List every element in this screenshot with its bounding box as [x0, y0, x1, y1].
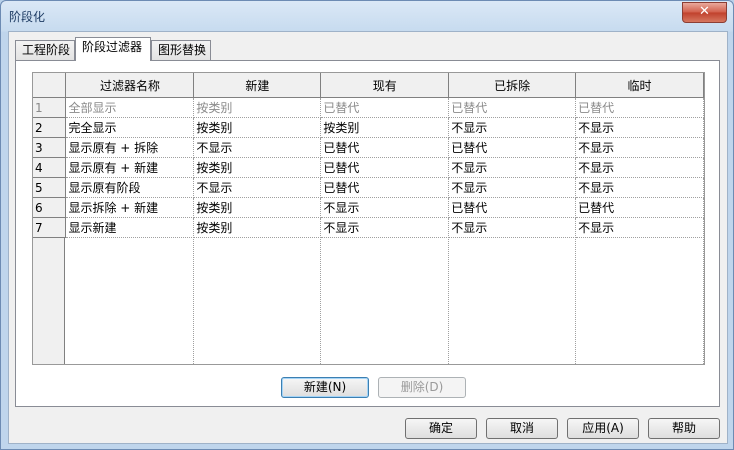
column-header-existing[interactable]: 现有	[320, 73, 450, 98]
column-divider	[448, 237, 449, 364]
phasing-dialog: 阶段化 ✕ 工程阶段 阶段过滤器 图形替换 过滤器名称 新建 现有 已拆除 临时…	[0, 0, 734, 450]
new-cell[interactable]: 按类别	[193, 197, 322, 218]
row-number[interactable]: 2	[33, 117, 67, 138]
row-number[interactable]: 1	[33, 97, 67, 118]
existing-cell[interactable]: 按类别	[320, 117, 450, 138]
table-row[interactable]: 3 显示原有 + 拆除 不显示 已替代 已替代 不显示	[33, 137, 704, 158]
column-header-demolished[interactable]: 已拆除	[448, 73, 577, 98]
existing-cell[interactable]: 不显示	[320, 217, 450, 238]
tab-graphic-overrides[interactable]: 图形替换	[151, 40, 211, 60]
temporary-cell[interactable]: 已替代	[575, 197, 704, 218]
new-cell[interactable]: 按类别	[193, 97, 322, 118]
close-button[interactable]: ✕	[682, 2, 727, 23]
apply-button[interactable]: 应用(A)	[567, 418, 639, 439]
title-bar[interactable]: 阶段化 ✕	[1, 1, 733, 31]
table-row[interactable]: 4 显示原有 + 新建 按类别 已替代 不显示 不显示	[33, 157, 704, 178]
dialog-client-area: 工程阶段 阶段过滤器 图形替换 过滤器名称 新建 现有 已拆除 临时 1 全部显…	[8, 31, 728, 444]
demolished-cell[interactable]: 已替代	[448, 197, 577, 218]
close-icon: ✕	[699, 4, 710, 19]
filter-name-cell[interactable]: 完全显示	[65, 117, 195, 138]
temporary-cell[interactable]: 已替代	[575, 97, 704, 118]
grid-corner-cell	[33, 73, 67, 98]
temporary-cell[interactable]: 不显示	[575, 137, 704, 158]
new-cell[interactable]: 按类别	[193, 117, 322, 138]
demolished-cell[interactable]: 已替代	[448, 137, 577, 158]
column-divider	[320, 237, 321, 364]
temporary-cell[interactable]: 不显示	[575, 117, 704, 138]
grid-table: 过滤器名称 新建 现有 已拆除 临时 1 全部显示 按类别 已替代 已替代 已替…	[33, 73, 704, 238]
column-divider	[575, 237, 576, 364]
new-cell[interactable]: 不显示	[193, 137, 322, 158]
phase-filter-grid[interactable]: 过滤器名称 新建 现有 已拆除 临时 1 全部显示 按类别 已替代 已替代 已替…	[32, 72, 705, 365]
filter-name-cell[interactable]: 全部显示	[65, 97, 195, 118]
filter-name-cell[interactable]: 显示原有 + 新建	[65, 157, 195, 178]
demolished-cell[interactable]: 不显示	[448, 157, 577, 178]
row-number[interactable]: 3	[33, 137, 67, 158]
existing-cell[interactable]: 已替代	[320, 157, 450, 178]
table-row[interactable]: 6 显示拆除 + 新建 按类别 不显示 已替代 已替代	[33, 197, 704, 218]
new-cell[interactable]: 按类别	[193, 157, 322, 178]
row-number[interactable]: 5	[33, 177, 67, 198]
temporary-cell[interactable]: 不显示	[575, 157, 704, 178]
table-row[interactable]: 7 显示新建 按类别 不显示 不显示 不显示	[33, 217, 704, 238]
grid-header-row: 过滤器名称 新建 现有 已拆除 临时	[33, 73, 704, 98]
filter-name-cell[interactable]: 显示原有阶段	[65, 177, 195, 198]
row-number[interactable]: 4	[33, 157, 67, 178]
column-header-new[interactable]: 新建	[193, 73, 322, 98]
phase-filters-panel: 过滤器名称 新建 现有 已拆除 临时 1 全部显示 按类别 已替代 已替代 已替…	[15, 60, 720, 407]
new-cell[interactable]: 不显示	[193, 177, 322, 198]
demolished-cell[interactable]: 不显示	[448, 217, 577, 238]
filter-name-cell[interactable]: 显示新建	[65, 217, 195, 238]
existing-cell[interactable]: 已替代	[320, 97, 450, 118]
row-number[interactable]: 6	[33, 197, 67, 218]
tab-project-phases[interactable]: 工程阶段	[15, 40, 75, 60]
existing-cell[interactable]: 不显示	[320, 197, 450, 218]
tab-phase-filters[interactable]: 阶段过滤器	[75, 37, 151, 61]
column-header-temporary[interactable]: 临时	[575, 73, 704, 98]
row-number[interactable]: 7	[33, 217, 67, 238]
new-filter-button[interactable]: 新建(N)	[281, 377, 369, 398]
table-row[interactable]: 2 完全显示 按类别 按类别 不显示 不显示	[33, 117, 704, 138]
temporary-cell[interactable]: 不显示	[575, 217, 704, 238]
table-row[interactable]: 1 全部显示 按类别 已替代 已替代 已替代	[33, 97, 704, 118]
existing-cell[interactable]: 已替代	[320, 177, 450, 198]
column-divider	[193, 237, 194, 364]
delete-filter-button[interactable]: 删除(D)	[378, 377, 466, 398]
column-divider	[703, 237, 704, 364]
filter-name-cell[interactable]: 显示拆除 + 新建	[65, 197, 195, 218]
filter-name-cell[interactable]: 显示原有 + 拆除	[65, 137, 195, 158]
demolished-cell[interactable]: 已替代	[448, 97, 577, 118]
table-row[interactable]: 5 显示原有阶段 不显示 已替代 不显示 不显示	[33, 177, 704, 198]
temporary-cell[interactable]: 不显示	[575, 177, 704, 198]
ok-button[interactable]: 确定	[405, 418, 477, 439]
row-header-column	[33, 237, 65, 364]
window-title: 阶段化	[9, 10, 46, 24]
existing-cell[interactable]: 已替代	[320, 137, 450, 158]
new-cell[interactable]: 按类别	[193, 217, 322, 238]
help-button[interactable]: 帮助	[648, 418, 720, 439]
cancel-button[interactable]: 取消	[486, 418, 558, 439]
demolished-cell[interactable]: 不显示	[448, 117, 577, 138]
demolished-cell[interactable]: 不显示	[448, 177, 577, 198]
column-header-filter-name[interactable]: 过滤器名称	[65, 73, 195, 98]
